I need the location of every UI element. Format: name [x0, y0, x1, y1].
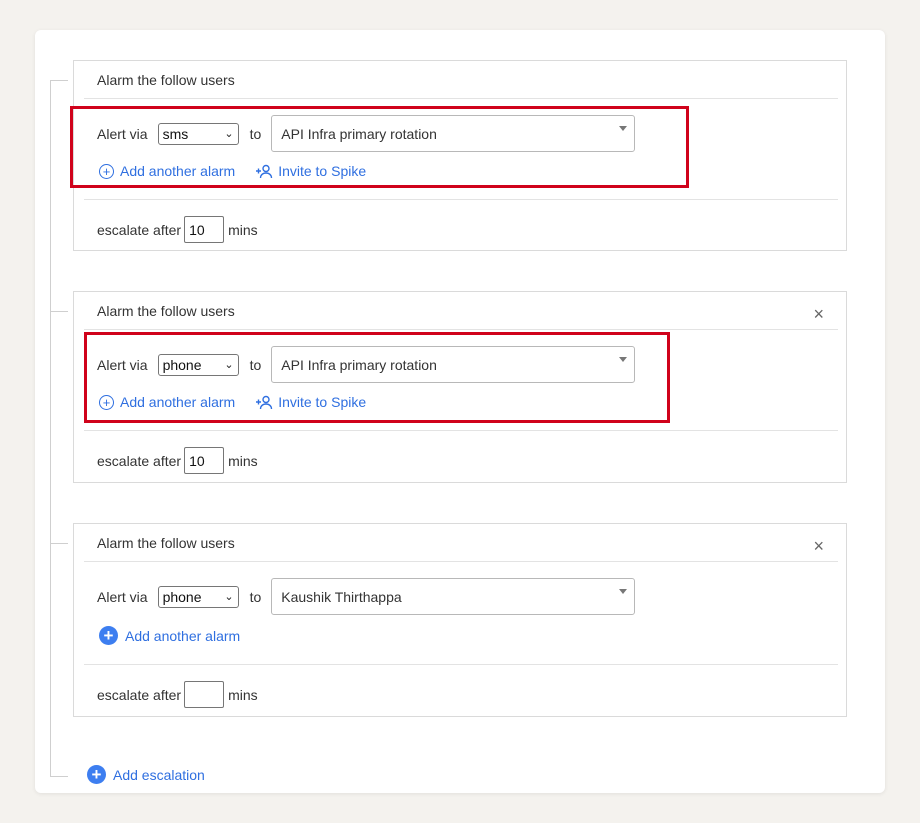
- alert-via-label: Alert via: [97, 356, 148, 373]
- close-icon[interactable]: ×: [813, 536, 824, 556]
- to-label: to: [249, 125, 262, 142]
- recipient-select[interactable]: API Infra primary rotation: [271, 115, 636, 152]
- escalate-after-label: escalate after: [97, 686, 182, 703]
- channel-select[interactable]: phone ⌄: [157, 353, 239, 376]
- alert-via-label: Alert via: [97, 588, 148, 605]
- divider: [84, 98, 838, 99]
- chevron-down-icon: ⌄: [224, 591, 234, 603]
- mins-label: mins: [228, 686, 258, 703]
- escalate-minutes-input[interactable]: 10: [184, 447, 225, 474]
- alert-row: Alert via phone ⌄ to API Infra primary r…: [97, 346, 636, 383]
- step-title: Alarm the follow users: [97, 303, 235, 319]
- recipient-select[interactable]: API Infra primary rotation: [271, 346, 636, 383]
- person-add-icon: [255, 164, 274, 179]
- escalate-after-label: escalate after: [97, 221, 182, 238]
- escalation-step-3: Alarm the follow users × Alert via phone…: [73, 523, 847, 717]
- divider: [84, 664, 838, 665]
- close-icon[interactable]: ×: [813, 304, 824, 324]
- mins-label: mins: [228, 221, 258, 238]
- add-another-alarm-link[interactable]: + Add another alarm: [99, 626, 240, 645]
- chevron-down-icon: ⌄: [224, 359, 234, 371]
- to-label: to: [249, 356, 262, 373]
- step-title: Alarm the follow users: [97, 72, 235, 88]
- channel-select[interactable]: sms ⌄: [157, 122, 239, 145]
- invite-label: Invite to Spike: [278, 163, 367, 179]
- escalate-minutes-input[interactable]: 10: [184, 216, 225, 243]
- divider: [84, 561, 838, 562]
- timeline-connector: [50, 776, 68, 777]
- escalate-after-label: escalate after: [97, 452, 182, 469]
- escalate-row: escalate after 10 mins: [97, 447, 258, 474]
- dropdown-caret-icon: [619, 126, 628, 131]
- escalate-minutes-input[interactable]: [184, 681, 225, 708]
- divider: [84, 199, 838, 200]
- to-label: to: [249, 588, 262, 605]
- alert-row: Alert via phone ⌄ to Kaushik Thirthappa: [97, 578, 636, 615]
- alarm-actions: + Add another alarm Invite to Spike: [99, 163, 366, 179]
- add-another-alarm-link[interactable]: + Add another alarm: [99, 394, 235, 410]
- plus-circle-solid-icon: +: [87, 765, 106, 784]
- add-alarm-label: Add another alarm: [125, 627, 241, 644]
- invite-label: Invite to Spike: [278, 394, 367, 410]
- channel-select[interactable]: phone ⌄: [157, 585, 239, 608]
- add-escalation-label: Add escalation: [113, 766, 205, 783]
- channel-value: phone: [162, 588, 202, 605]
- plus-circle-outline-icon: +: [99, 394, 114, 410]
- add-escalation-link[interactable]: + Add escalation: [87, 765, 205, 784]
- timeline-line: [50, 80, 51, 777]
- add-alarm-label: Add another alarm: [120, 163, 236, 179]
- invite-to-spike-link[interactable]: Invite to Spike: [255, 394, 366, 410]
- person-add-icon: [255, 395, 274, 410]
- channel-value: phone: [162, 356, 202, 373]
- timeline-connector: [50, 311, 68, 312]
- plus-circle-solid-icon: +: [99, 626, 118, 645]
- mins-label: mins: [228, 452, 258, 469]
- recipient-value: Kaushik Thirthappa: [281, 588, 402, 605]
- escalate-row: escalate after 10 mins: [97, 216, 258, 243]
- recipient-select[interactable]: Kaushik Thirthappa: [271, 578, 636, 615]
- alarm-actions: + Add another alarm Invite to Spike: [99, 394, 366, 410]
- alarm-actions: + Add another alarm: [99, 626, 240, 645]
- dropdown-caret-icon: [619, 589, 628, 594]
- recipient-value: API Infra primary rotation: [281, 356, 437, 373]
- add-another-alarm-link[interactable]: + Add another alarm: [99, 163, 235, 179]
- escalation-step-2: Alarm the follow users × Alert via phone…: [73, 291, 847, 483]
- timeline-connector: [50, 80, 68, 81]
- divider: [84, 430, 838, 431]
- step-title: Alarm the follow users: [97, 535, 235, 551]
- channel-value: sms: [162, 125, 189, 142]
- escalation-step-1: Alarm the follow users Alert via sms ⌄ t…: [73, 60, 847, 251]
- alert-via-label: Alert via: [97, 125, 148, 142]
- plus-circle-outline-icon: +: [99, 163, 114, 179]
- add-alarm-label: Add another alarm: [120, 394, 236, 410]
- invite-to-spike-link[interactable]: Invite to Spike: [255, 163, 366, 179]
- divider: [84, 329, 838, 330]
- escalate-row: escalate after mins: [97, 681, 258, 708]
- dropdown-caret-icon: [619, 357, 628, 362]
- timeline-connector: [50, 543, 68, 544]
- alert-row: Alert via sms ⌄ to API Infra primary rot…: [97, 115, 636, 152]
- chevron-down-icon: ⌄: [224, 128, 234, 140]
- recipient-value: API Infra primary rotation: [281, 125, 437, 142]
